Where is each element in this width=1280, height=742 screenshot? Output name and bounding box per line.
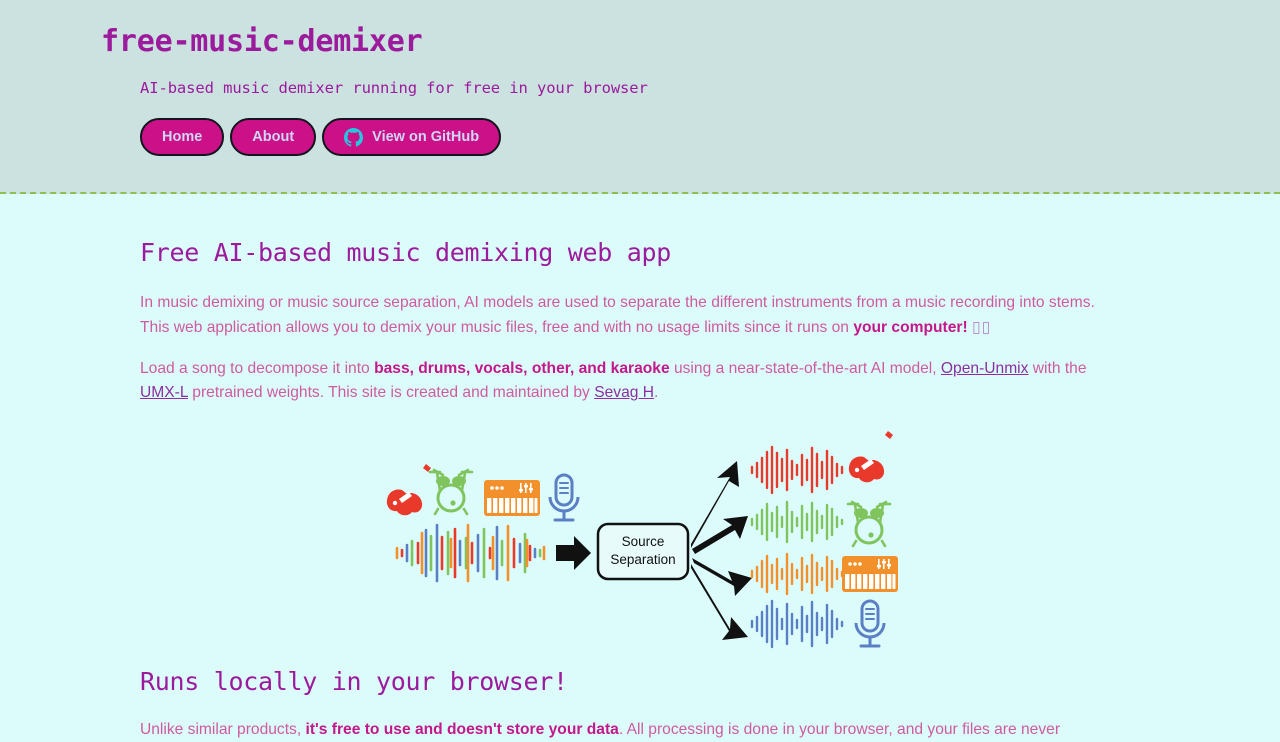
privacy-bold-free: it's free to use and doesn't store your …: [305, 721, 619, 738]
stems-list-bold: bass, drums, vocals, other, and karaoke: [374, 360, 670, 377]
nav-home-button[interactable]: Home: [140, 118, 225, 156]
load-text-part-1: Load a song to decompose it into: [140, 360, 375, 377]
privacy-paragraph: Unlike similar products, it's free to us…: [140, 718, 1140, 742]
input-keyboard-icon: [484, 480, 540, 516]
source-separation-diagram: Source Separation: [140, 417, 1140, 652]
nav-home-label: Home: [162, 129, 203, 145]
nav-about-button[interactable]: About: [230, 118, 317, 156]
box-label-line-1: Source: [622, 534, 665, 549]
output-waveform-drums: [750, 500, 844, 544]
output-drum-kit-icon: [846, 500, 892, 548]
mixed-input-waveform: [395, 523, 546, 583]
umx-l-link[interactable]: UMX-L: [140, 384, 188, 401]
load-text-part-2: using a near-state-of-the-art AI model,: [669, 360, 941, 377]
intro-bold-your-computer: your computer!: [853, 319, 968, 336]
section-heading-demixing: Free AI-based music demixing web app: [140, 238, 672, 267]
nav-github-label: View on GitHub: [372, 129, 480, 145]
output-electric-guitar-icon: [848, 431, 893, 483]
load-text-part-3: with the: [1028, 360, 1087, 377]
output-arrows: [691, 461, 752, 640]
main-content: Free AI-based music demixing web app In …: [0, 237, 1280, 742]
nav-github-button[interactable]: View on GitHub: [322, 118, 502, 156]
sevag-h-link[interactable]: Sevag H: [594, 384, 654, 401]
box-label-line-2: Separation: [610, 552, 675, 567]
output-arrow-3: [692, 558, 752, 596]
output-waveform-bass: [750, 445, 844, 495]
privacy-text-part-2: . All processing is done in your browser…: [618, 721, 1061, 738]
open-unmix-link[interactable]: Open-Unmix: [941, 360, 1029, 377]
load-song-paragraph: Load a song to decompose it into bass, d…: [140, 357, 1122, 405]
load-text-part-4: pretrained weights. This site is created…: [187, 384, 595, 401]
site-header: free-music-demixer AI-based music demixe…: [0, 0, 1280, 194]
diagram-svg: Source Separation: [386, 431, 898, 649]
input-microphone-icon: [548, 473, 580, 522]
page-title: free-music-demixer: [101, 24, 423, 59]
output-waveform-vocals: [750, 599, 844, 649]
nav-about-label: About: [252, 129, 295, 145]
output-arrow-1: [691, 461, 739, 548]
output-waveform-other: [750, 552, 844, 596]
privacy-text-part-1: Unlike similar products,: [140, 721, 306, 738]
input-electric-guitar-icon: [386, 464, 431, 516]
source-separation-box: Source Separation: [596, 522, 690, 581]
output-keyboard-icon: [842, 556, 898, 592]
load-text-part-5: .: [654, 384, 659, 401]
intro-paragraph: In music demixing or music source separa…: [140, 291, 1122, 340]
missing-glyph-emoji: ▯▯: [972, 318, 992, 336]
section-heading-runs-locally: Runs locally in your browser!: [140, 667, 568, 696]
main-navigation: Home About View on GitHub: [140, 118, 1280, 156]
input-arrow-icon: [556, 536, 591, 570]
input-drum-kit-icon: [428, 468, 474, 516]
page-subtitle: AI-based music demixer running for free …: [140, 79, 648, 97]
output-arrow-2: [692, 516, 748, 554]
github-icon: [344, 127, 364, 147]
output-microphone-icon: [854, 599, 886, 648]
